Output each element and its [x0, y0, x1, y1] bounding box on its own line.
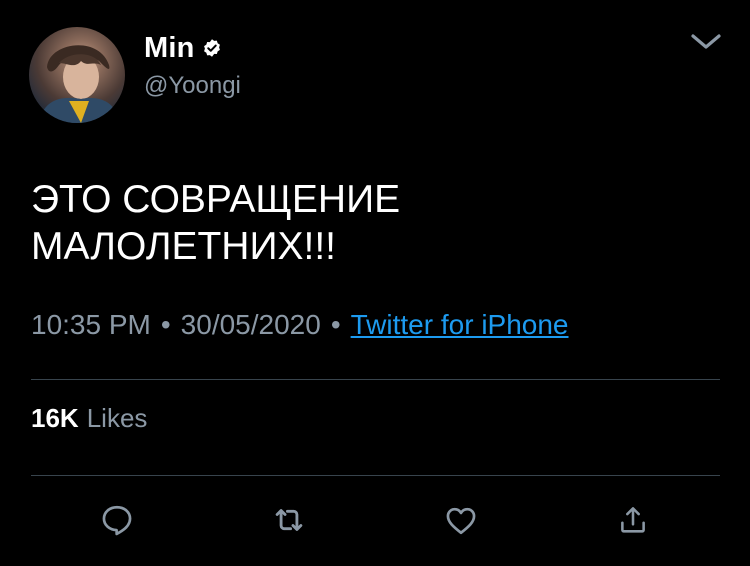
tweet-text: ЭТО СОВРАЩЕНИЕ МАЛОЛЕТНИХ!!! [31, 178, 401, 268]
meta-separator: • [330, 309, 341, 340]
share-button[interactable] [611, 498, 655, 542]
likes-label: Likes [86, 403, 148, 433]
tweet-menu-button[interactable] [689, 30, 723, 54]
profile-photo-icon [39, 45, 119, 123]
retweet-button[interactable] [267, 498, 311, 542]
tweet-source-link[interactable]: Twitter for iPhone [351, 309, 569, 341]
display-name[interactable]: Min [144, 32, 195, 65]
heart-icon [446, 507, 476, 535]
action-bar [0, 498, 750, 542]
divider [31, 475, 720, 476]
user-handle[interactable]: @Yoongi [144, 72, 241, 100]
tweet-date[interactable]: 30/05/2020 [181, 309, 321, 341]
retweet-icon [275, 509, 303, 531]
share-icon [621, 507, 645, 533]
verified-badge-icon [202, 38, 222, 58]
tweet-time[interactable]: 10:35 PM [31, 309, 151, 341]
meta-separator: • [160, 309, 171, 340]
tweet-meta: 10:35 PM • 30/05/2020 • Twitter for iPho… [31, 309, 569, 341]
author-name-row[interactable]: Min [144, 30, 222, 66]
tweet-detail: Min @Yoongi ЭТО СОВРАЩЕНИЕ МАЛОЛЕТНИХ!!!… [0, 0, 750, 566]
reply-button[interactable] [95, 498, 139, 542]
chevron-down-icon [691, 34, 721, 49]
avatar[interactable] [29, 27, 125, 123]
divider [31, 379, 720, 380]
reply-icon [102, 505, 132, 536]
likes-count: 16K [31, 403, 79, 433]
likes-stat[interactable]: 16K Likes [31, 403, 147, 434]
like-button[interactable] [439, 498, 483, 542]
